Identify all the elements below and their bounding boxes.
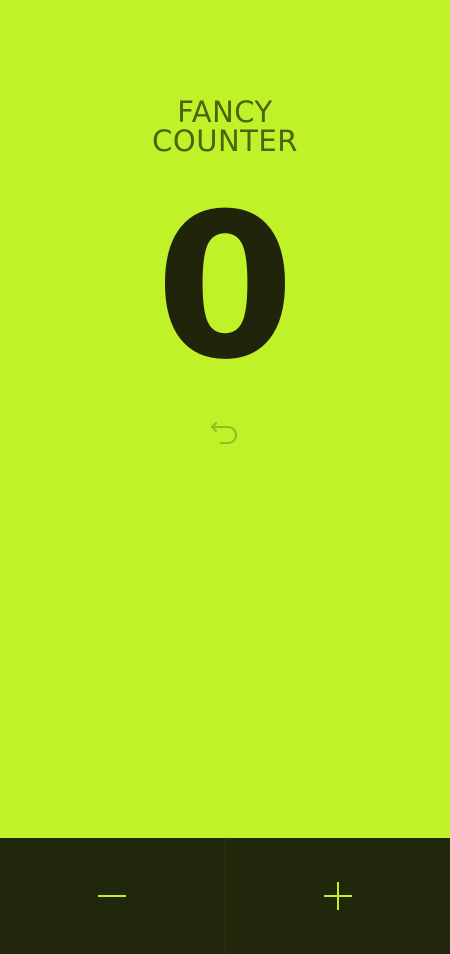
app-title: FANCY COUNTER (0, 98, 450, 156)
counter-app: FANCY COUNTER 0 (0, 0, 450, 954)
increment-button[interactable] (224, 838, 450, 954)
control-bar (0, 838, 450, 954)
minus-icon (98, 895, 127, 897)
reset-button[interactable] (205, 412, 245, 452)
title-line-2: COUNTER (152, 124, 298, 158)
counter-value: 0 (155, 171, 295, 404)
decrement-button[interactable] (0, 838, 225, 954)
title-line-1: FANCY (177, 95, 273, 129)
plus-icon (323, 882, 352, 910)
undo-arrow-icon (211, 422, 237, 444)
